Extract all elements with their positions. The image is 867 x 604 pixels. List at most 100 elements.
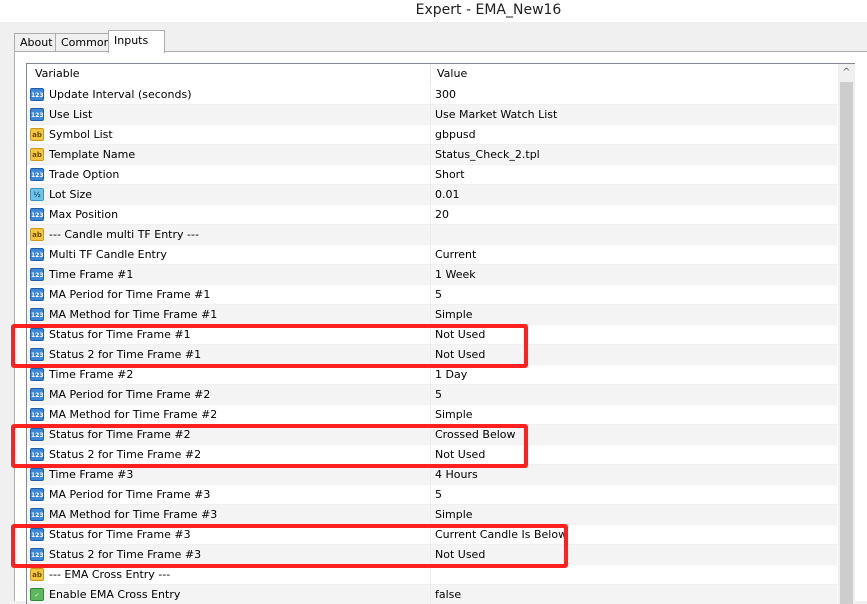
variable-value[interactable]: 20	[435, 205, 449, 225]
integer-type-icon: 123	[30, 248, 44, 261]
variable-value[interactable]: Simple	[435, 505, 473, 525]
input-row[interactable]: 123 MA Period for Time Frame #1 5	[27, 285, 837, 305]
input-row[interactable]: 123 Time Frame #2 1 Day	[27, 365, 837, 385]
variable-value[interactable]: Use Market Watch List	[435, 105, 557, 125]
input-row[interactable]: ab --- EMA Cross Entry ---	[27, 565, 837, 585]
variable-value[interactable]: 5	[435, 485, 442, 505]
string-type-icon: ab	[30, 148, 44, 161]
variable-value[interactable]: Simple	[435, 305, 473, 325]
variable-name: MA Period for Time Frame #2	[49, 388, 211, 401]
input-row[interactable]: ab --- Candle multi TF Entry ---	[27, 225, 837, 245]
variable-name: Max Position	[49, 208, 119, 221]
tab-common[interactable]: Common	[55, 33, 115, 52]
header-divider[interactable]	[430, 64, 431, 84]
variable-value[interactable]: 300	[435, 85, 456, 105]
column-divider	[430, 485, 431, 505]
grid-header: Variable Value	[27, 64, 837, 84]
integer-type-icon: 123	[30, 508, 44, 521]
input-row[interactable]: 123 MA Method for Time Frame #2 Simple	[27, 405, 837, 425]
input-row[interactable]: ½ Lot Size 0.01	[27, 185, 837, 205]
integer-type-icon: 123	[30, 108, 44, 121]
integer-type-icon: 123	[30, 368, 44, 381]
variable-value[interactable]: 5	[435, 385, 442, 405]
input-row[interactable]: 123 Time Frame #1 1 Week	[27, 265, 837, 285]
column-divider	[430, 265, 431, 285]
variable-value[interactable]: 1 Day	[435, 365, 467, 385]
variable-name: Use List	[49, 108, 93, 121]
column-divider	[430, 125, 431, 145]
column-header-value[interactable]: Value	[437, 64, 467, 84]
scroll-up-icon[interactable]: ^	[838, 64, 855, 81]
variable-name: --- EMA Cross Entry ---	[49, 568, 171, 581]
variable-name: MA Method for Time Frame #1	[49, 308, 218, 321]
input-row[interactable]: ab Symbol List gbpusd	[27, 125, 837, 145]
column-divider	[430, 185, 431, 205]
input-row[interactable]: 123 Max Position 20	[27, 205, 837, 225]
variable-value[interactable]: Status_Check_2.tpl	[435, 145, 540, 165]
variable-value[interactable]: gbpusd	[435, 125, 476, 145]
variable-name: Time Frame #1	[49, 268, 134, 281]
input-row[interactable]: 123 MA Period for Time Frame #3 5	[27, 485, 837, 505]
variable-value[interactable]: 0.01	[435, 185, 460, 205]
variable-name: MA Method for Time Frame #3	[49, 508, 218, 521]
integer-type-icon: 123	[30, 208, 44, 221]
variable-name: Trade Option	[49, 168, 120, 181]
input-row[interactable]: 123 Trade Option Short	[27, 165, 837, 185]
variable-value[interactable]: false	[435, 585, 461, 604]
input-row[interactable]: 123 MA Period for Time Frame #2 5	[27, 385, 837, 405]
variable-name: Time Frame #3	[49, 468, 134, 481]
column-header-variable[interactable]: Variable	[35, 64, 80, 84]
double-type-icon: ½	[30, 188, 44, 201]
column-divider	[430, 285, 431, 305]
variable-name: Template Name	[49, 148, 136, 161]
highlight-box-timeframe-1	[11, 324, 528, 368]
window-title: Expert - EMA_New16	[415, 2, 562, 18]
input-row[interactable]: 123 Use List Use Market Watch List	[27, 105, 837, 125]
column-divider	[430, 105, 431, 125]
column-divider	[430, 505, 431, 525]
string-type-icon: ab	[30, 568, 44, 581]
variable-value[interactable]: 1 Week	[435, 265, 476, 285]
variable-name: --- Candle multi TF Entry ---	[49, 228, 199, 241]
input-row[interactable]: 123 MA Method for Time Frame #1 Simple	[27, 305, 837, 325]
variable-name: MA Period for Time Frame #1	[49, 288, 211, 301]
vertical-scrollbar[interactable]: ^	[838, 64, 855, 604]
column-divider	[430, 405, 431, 425]
input-row[interactable]: 123 Multi TF Candle Entry Current	[27, 245, 837, 265]
variable-value[interactable]: 4 Hours	[435, 465, 478, 485]
input-row[interactable]: ✓ Enable EMA Cross Entry false	[27, 585, 837, 604]
tab-inputs[interactable]: Inputs	[108, 30, 165, 53]
column-divider	[430, 585, 431, 604]
variable-name: Multi TF Candle Entry	[49, 248, 167, 261]
integer-type-icon: 123	[30, 488, 44, 501]
input-row[interactable]: 123 Time Frame #3 4 Hours	[27, 465, 837, 485]
integer-type-icon: 123	[30, 408, 44, 421]
column-divider	[430, 165, 431, 185]
variable-value[interactable]: Current	[435, 245, 476, 265]
column-divider	[430, 385, 431, 405]
variable-name: Symbol List	[49, 128, 113, 141]
variable-name: MA Method for Time Frame #2	[49, 408, 218, 421]
integer-type-icon: 123	[30, 288, 44, 301]
input-row[interactable]: 123 MA Method for Time Frame #3 Simple	[27, 505, 837, 525]
input-row[interactable]: ab Template Name Status_Check_2.tpl	[27, 145, 837, 165]
integer-type-icon: 123	[30, 308, 44, 321]
variable-name: Time Frame #2	[49, 368, 134, 381]
variable-value[interactable]: Simple	[435, 405, 473, 425]
column-divider	[430, 145, 431, 165]
column-divider	[430, 305, 431, 325]
variable-value[interactable]: Short	[435, 165, 465, 185]
scroll-thumb[interactable]	[840, 82, 853, 604]
string-type-icon: ab	[30, 128, 44, 141]
string-type-icon: ab	[30, 228, 44, 241]
integer-type-icon: 123	[30, 388, 44, 401]
highlight-box-timeframe-2	[11, 424, 528, 468]
input-row[interactable]: 123 Update Interval (seconds) 300	[27, 85, 837, 105]
boolean-type-icon: ✓	[30, 588, 44, 601]
column-divider	[430, 365, 431, 385]
integer-type-icon: 123	[30, 168, 44, 181]
integer-type-icon: 123	[30, 268, 44, 281]
variable-name: Enable EMA Cross Entry	[49, 588, 181, 601]
column-divider	[430, 85, 431, 105]
variable-value[interactable]: 5	[435, 285, 442, 305]
